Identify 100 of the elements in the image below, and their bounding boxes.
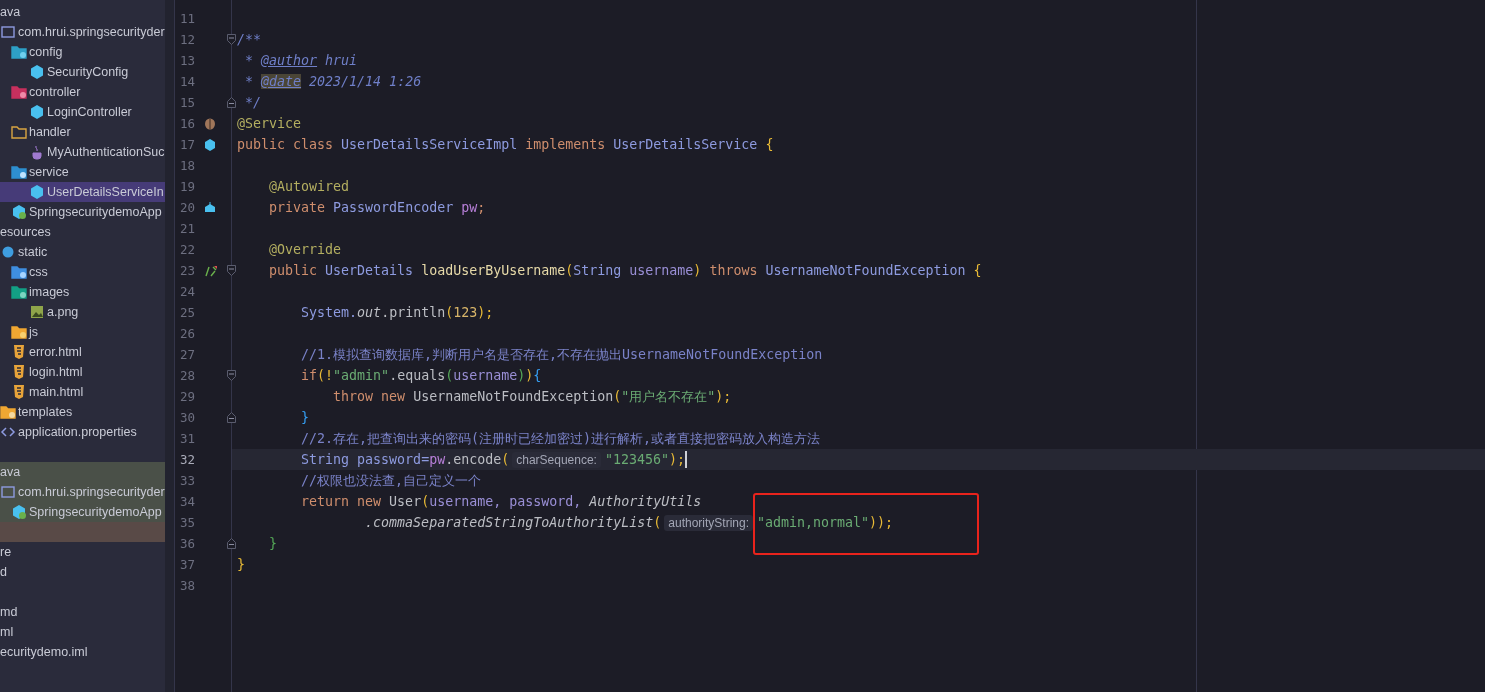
code-token: UserDetailsServiceImpl bbox=[341, 137, 518, 152]
cube-icon[interactable] bbox=[204, 138, 216, 151]
code-token: password= bbox=[356, 452, 430, 467]
code-token: throw new bbox=[332, 389, 407, 404]
code-token: "admin,normal" bbox=[757, 515, 870, 530]
code-token: UsernameNotFoundException bbox=[413, 389, 614, 404]
line-number: 18 bbox=[180, 158, 197, 173]
tree-item[interactable]: re bbox=[0, 542, 165, 562]
folder-icon bbox=[11, 265, 27, 279]
code-token: ( bbox=[421, 494, 430, 509]
tree-item[interactable]: esources bbox=[0, 222, 165, 242]
code-token: AuthorityUtils bbox=[589, 494, 702, 509]
tree-item[interactable]: application.properties bbox=[0, 422, 165, 442]
override-arrow-icon[interactable] bbox=[204, 264, 218, 277]
code-token: loadUserByUsername bbox=[420, 263, 566, 278]
tree-item[interactable]: error.html bbox=[0, 342, 165, 362]
code-token: User bbox=[389, 494, 422, 509]
code-token: String bbox=[573, 263, 622, 278]
parameter-hint: authorityString: bbox=[664, 514, 753, 531]
line-number: 21 bbox=[180, 221, 197, 236]
fold-marker-icon[interactable] bbox=[227, 538, 236, 549]
tree-item[interactable]: md bbox=[0, 602, 165, 622]
code-token: .equals bbox=[389, 368, 446, 383]
tree-item[interactable]: d bbox=[0, 562, 165, 582]
line-number: 17 bbox=[180, 137, 197, 152]
code-token: //2.存在,把查询出来的密码(注册时已经加密过)进行解析,或者直接把密码放入构造方法 bbox=[300, 429, 821, 448]
tree-item[interactable]: ecuritydemo.iml bbox=[0, 642, 165, 662]
tree-item[interactable]: ava bbox=[0, 2, 165, 22]
line-number: 28 bbox=[180, 368, 197, 383]
line-number: 33 bbox=[180, 473, 197, 488]
tree-item[interactable]: LoginController bbox=[0, 102, 165, 122]
code-token: pw bbox=[460, 200, 478, 215]
tree-item[interactable]: ml bbox=[0, 622, 165, 642]
package-icon bbox=[0, 485, 16, 499]
tree-item[interactable]: templates bbox=[0, 402, 165, 422]
tree-item[interactable]: handler bbox=[0, 122, 165, 142]
cube-icon[interactable] bbox=[204, 201, 216, 214]
code-token: //权限也没法查,自己定义一个 bbox=[300, 471, 482, 490]
html-file-icon bbox=[11, 364, 27, 380]
tree-item[interactable]: controller bbox=[0, 82, 165, 102]
code-token: ( bbox=[613, 389, 622, 404]
tree-item[interactable]: SecurityConfig bbox=[0, 62, 165, 82]
parameter-hint: charSequence: bbox=[512, 451, 601, 468]
line-number: 38 bbox=[180, 578, 197, 593]
fold-marker-icon[interactable] bbox=[227, 97, 236, 108]
code-token: ; bbox=[477, 200, 486, 215]
line-number: 31 bbox=[180, 431, 197, 446]
tree-item[interactable]: js bbox=[0, 322, 165, 342]
tree-item[interactable]: UserDetailsServiceIn bbox=[0, 182, 165, 202]
globe-icon bbox=[0, 245, 16, 259]
code-token: PasswordEncoder bbox=[333, 200, 454, 215]
line-number: 27 bbox=[180, 347, 197, 362]
tree-item[interactable]: ava bbox=[0, 462, 165, 482]
code-token: { bbox=[972, 263, 982, 278]
tree-item[interactable]: com.hrui.springsecurityder bbox=[0, 482, 165, 502]
code-token: private bbox=[268, 200, 327, 215]
code-token: ( bbox=[445, 305, 454, 320]
tree-item[interactable]: images bbox=[0, 282, 165, 302]
tree-item[interactable]: login.html bbox=[0, 362, 165, 382]
line-number: 35 bbox=[180, 515, 197, 530]
code-token: public class bbox=[237, 137, 335, 152]
code-token: ); bbox=[715, 389, 732, 404]
folder-icon bbox=[11, 325, 27, 339]
tree-item[interactable]: MyAuthenticationSuc bbox=[0, 142, 165, 162]
tree-item[interactable]: SpringsecuritydemoApp bbox=[0, 202, 165, 222]
tree-item[interactable]: static bbox=[0, 242, 165, 262]
line-number: 24 bbox=[180, 284, 197, 299]
fold-marker-icon[interactable] bbox=[227, 370, 236, 381]
code-token: )); bbox=[869, 515, 894, 530]
fold-marker-icon[interactable] bbox=[227, 265, 236, 276]
tree-item[interactable]: a.png bbox=[0, 302, 165, 322]
line-number: 16 bbox=[180, 116, 197, 131]
tree-item[interactable]: css bbox=[0, 262, 165, 282]
code-token: { bbox=[764, 137, 774, 152]
code-token: @Autowired bbox=[268, 179, 350, 194]
tree-item[interactable]: main.html bbox=[0, 382, 165, 402]
code-token: throws bbox=[708, 263, 759, 278]
cube-icon bbox=[29, 64, 45, 80]
bean-icon[interactable] bbox=[204, 117, 216, 130]
code-token: hrui bbox=[324, 53, 358, 68]
code-token: } bbox=[300, 410, 310, 425]
code-token: ( bbox=[501, 452, 510, 467]
code-token: out bbox=[357, 305, 382, 320]
tree-item[interactable]: SpringsecuritydemoApp bbox=[0, 502, 165, 522]
line-number: 36 bbox=[180, 536, 197, 551]
tree-item[interactable]: com.hrui.springsecurityder bbox=[0, 22, 165, 42]
code-token: System. bbox=[300, 305, 358, 320]
line-number: 14 bbox=[180, 74, 197, 89]
line-number: 26 bbox=[180, 326, 197, 341]
fold-marker-icon[interactable] bbox=[227, 412, 236, 423]
code-token: { bbox=[533, 368, 542, 383]
tree-item[interactable]: config bbox=[0, 42, 165, 62]
line-number: 23 bbox=[180, 263, 197, 278]
line-number: 20 bbox=[180, 200, 197, 215]
tree-item[interactable]: service bbox=[0, 162, 165, 182]
fold-marker-icon[interactable] bbox=[227, 34, 236, 45]
folder-icon bbox=[11, 85, 27, 99]
line-number: 32 bbox=[180, 452, 197, 467]
code-token: /** bbox=[237, 32, 262, 47]
code-token: @Service bbox=[237, 116, 302, 131]
